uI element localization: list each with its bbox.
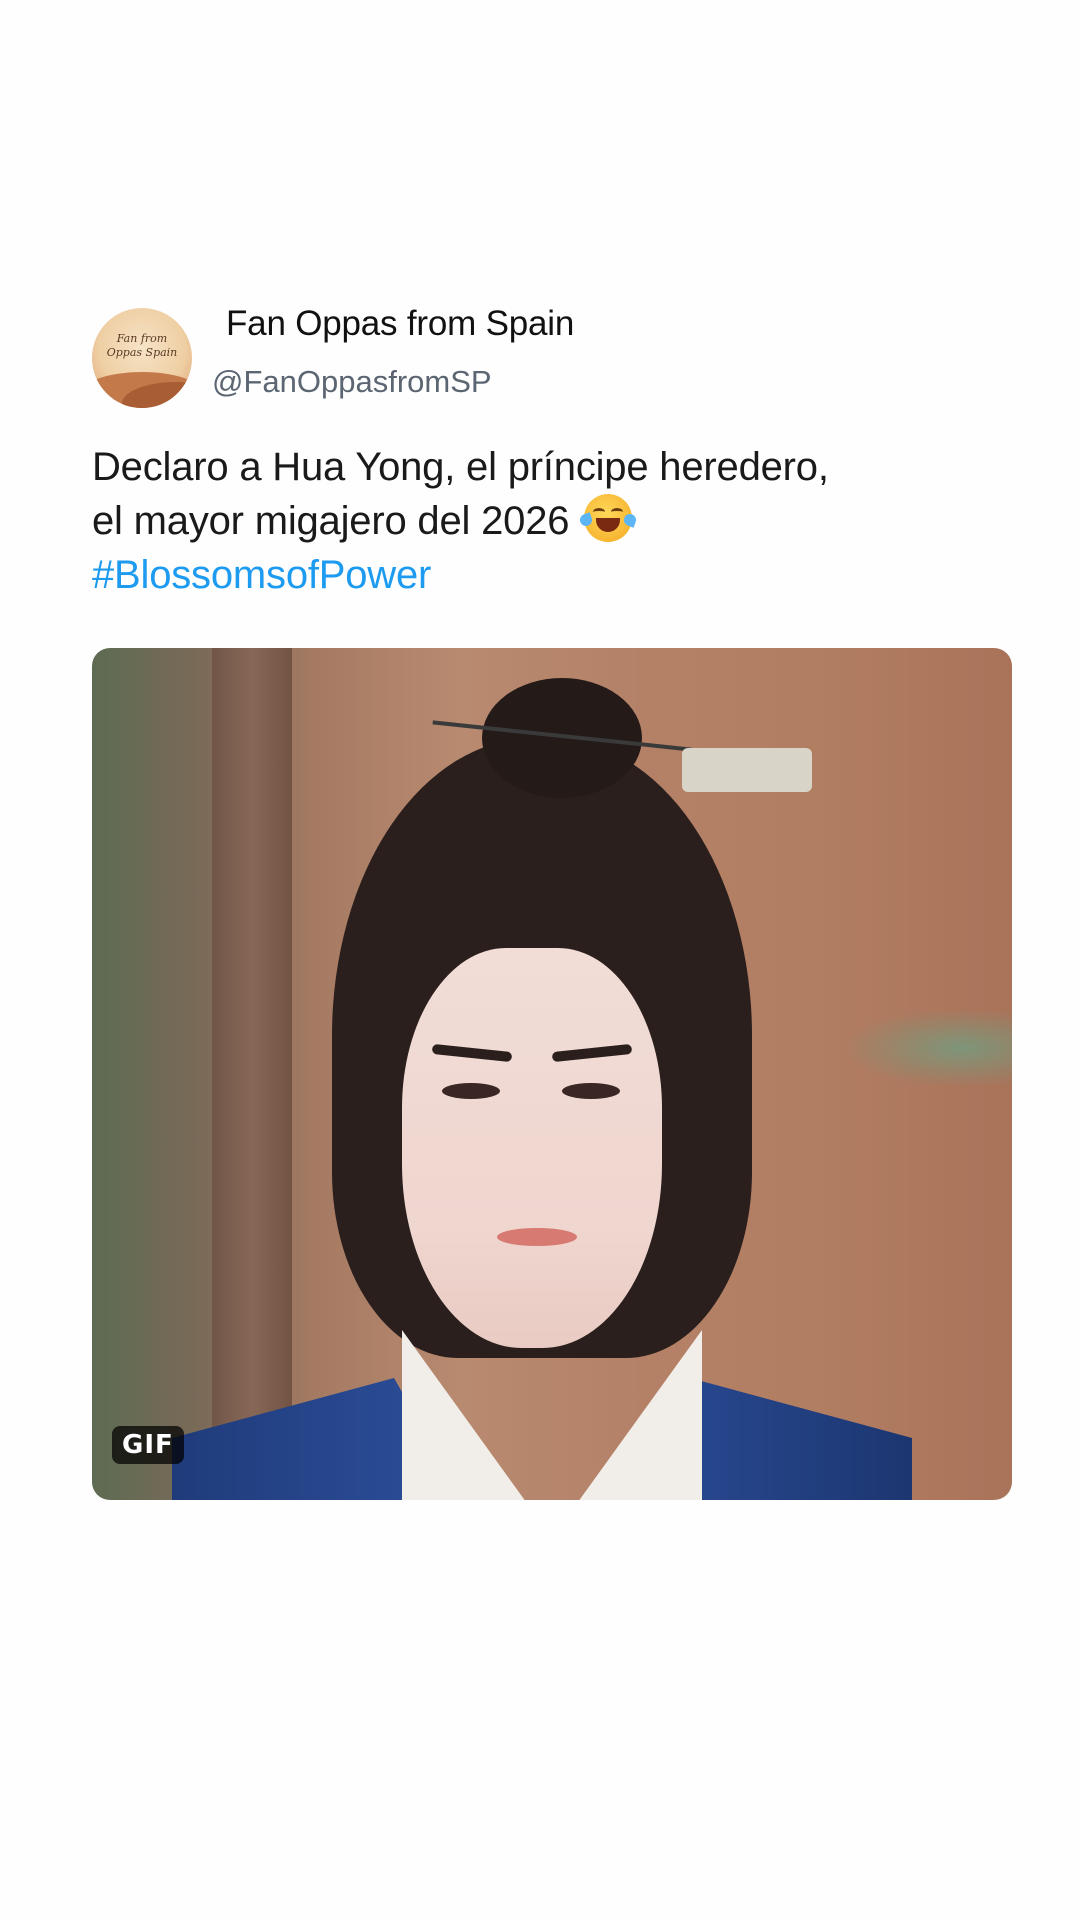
logo-word-from: from: [140, 332, 168, 345]
right-eye: [562, 1083, 620, 1099]
right-brow: [551, 1043, 633, 1063]
logo-word-oppas: Oppas: [106, 346, 143, 359]
hairpin-ornament: [682, 748, 812, 792]
tweet-card[interactable]: Fan from Oppas Spain Fan Oppas from Spai…: [92, 300, 998, 602]
tweet-text-line-2: el mayor migajero del 2026: [92, 499, 570, 543]
tweet-header: Fan from Oppas Spain Fan Oppas from Spai…: [92, 300, 998, 420]
background-pillar: [212, 648, 292, 1500]
tweet-media-gif[interactable]: GIF: [92, 648, 1012, 1500]
left-eye: [442, 1083, 500, 1099]
avatar[interactable]: Fan from Oppas Spain: [92, 308, 192, 408]
person-figure: [172, 678, 912, 1500]
page: Fan from Oppas Spain Fan Oppas from Spai…: [0, 0, 1080, 1920]
left-brow: [431, 1043, 513, 1063]
logo-word-spain: Spain: [145, 346, 178, 359]
avatar-logo-text: Fan from Oppas Spain: [92, 332, 192, 360]
gif-badge: GIF: [112, 1426, 184, 1464]
author-display-name[interactable]: Fan Oppas from Spain: [226, 304, 574, 344]
author-handle[interactable]: @FanOppasfromSP: [212, 364, 574, 400]
logo-word-fan: Fan: [116, 332, 138, 345]
hashtag-link[interactable]: #BlossomsofPower: [92, 548, 998, 602]
author-names: Fan Oppas from Spain @FanOppasfromSP: [212, 300, 574, 400]
face: [402, 948, 662, 1348]
tweet-text: Declaro a Hua Yong, el príncipe heredero…: [92, 440, 998, 602]
tweet-text-line-1: Declaro a Hua Yong, el príncipe heredero…: [92, 445, 829, 489]
face-with-tears-of-joy-emoji: [578, 494, 638, 542]
lips: [497, 1228, 577, 1246]
tweet-text-line-2-wrap: el mayor migajero del 2026: [92, 494, 998, 548]
